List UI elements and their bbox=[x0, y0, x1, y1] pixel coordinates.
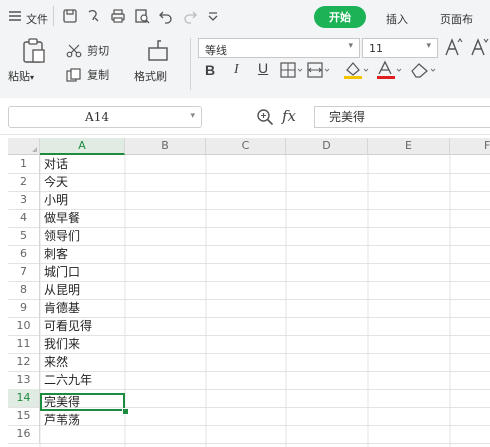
font-name-combo[interactable]: 等线 ▾ bbox=[198, 38, 360, 58]
format-painter-icon bbox=[146, 38, 170, 62]
print-icon[interactable] bbox=[110, 8, 126, 24]
cell-a7[interactable]: 城门口 bbox=[40, 263, 125, 281]
tab-page-layout[interactable]: 页面布 bbox=[440, 11, 473, 27]
cell-a2[interactable]: 今天 bbox=[40, 173, 125, 191]
redo-icon[interactable] bbox=[182, 8, 198, 24]
tab-file[interactable]: 文件 bbox=[26, 11, 48, 27]
cell-a14-selected[interactable]: 完美得 bbox=[40, 393, 125, 411]
cell-a10[interactable]: 可看见得 bbox=[40, 317, 125, 335]
cell-a15[interactable]: 芦苇荡 bbox=[40, 411, 125, 429]
clear-format-icon[interactable] bbox=[410, 62, 438, 78]
borders-icon[interactable] bbox=[280, 62, 306, 78]
cell-a16[interactable] bbox=[40, 429, 125, 447]
cell-reference-box[interactable]: A14 ▾ bbox=[8, 106, 202, 128]
column-header-c[interactable]: C bbox=[206, 138, 286, 155]
cell-a5[interactable]: 领导们 bbox=[40, 227, 125, 245]
fill-color-icon[interactable] bbox=[343, 60, 371, 80]
undo-icon[interactable] bbox=[158, 8, 174, 24]
cut-button[interactable]: 剪切 bbox=[66, 40, 109, 59]
font-size-combo[interactable]: 11 ▾ bbox=[362, 38, 438, 58]
chevron-down-icon: ▾ bbox=[348, 41, 353, 51]
group-separator bbox=[190, 38, 191, 90]
chevron-down-icon: ▾ bbox=[190, 111, 195, 121]
separator bbox=[53, 6, 54, 26]
zoom-formula-icon[interactable] bbox=[256, 108, 274, 126]
font-color-icon[interactable] bbox=[376, 60, 404, 80]
font-name-value: 等线 bbox=[205, 44, 227, 57]
increase-font-icon[interactable] bbox=[444, 36, 464, 58]
formula-content[interactable]: 完美得 bbox=[314, 106, 490, 128]
bold-icon[interactable]: B bbox=[205, 62, 215, 78]
paste-icon bbox=[22, 38, 46, 64]
merge-cells-icon[interactable] bbox=[307, 62, 333, 78]
row-number-selected[interactable]: 14 bbox=[8, 389, 40, 407]
cell-a13[interactable]: 二六九年 bbox=[40, 371, 125, 389]
column-header-d[interactable]: D bbox=[286, 138, 368, 155]
column-header-f[interactable]: F bbox=[450, 138, 490, 155]
tab-home[interactable]: 开始 bbox=[314, 6, 366, 28]
cell-a12[interactable]: 来然 bbox=[40, 353, 125, 371]
cut-label: 剪切 bbox=[87, 44, 110, 58]
decrease-font-icon[interactable] bbox=[470, 36, 490, 58]
cell-a3[interactable]: 小明 bbox=[40, 191, 125, 209]
row-number[interactable]: 11 bbox=[8, 335, 40, 353]
row-number[interactable]: 8 bbox=[8, 281, 40, 299]
row-number[interactable]: 7 bbox=[8, 263, 40, 281]
underline-icon[interactable]: U bbox=[258, 60, 268, 76]
cell-a6[interactable]: 刺客 bbox=[40, 245, 125, 263]
chevron-down-icon[interactable] bbox=[206, 9, 220, 23]
column-header-b[interactable]: B bbox=[125, 138, 206, 155]
paste-label: 粘贴 bbox=[8, 70, 30, 83]
row-number[interactable]: 13 bbox=[8, 371, 40, 389]
row-number[interactable]: 10 bbox=[8, 317, 40, 335]
copy-icon bbox=[66, 67, 82, 82]
format-painter-button[interactable]: 格式刷 bbox=[134, 38, 182, 86]
fx-icon[interactable]: fx bbox=[282, 107, 296, 125]
select-all-corner[interactable] bbox=[8, 138, 40, 155]
row-number[interactable]: 9 bbox=[8, 299, 40, 317]
column-header-e[interactable]: E bbox=[368, 138, 450, 155]
row-number[interactable]: 1 bbox=[8, 155, 40, 173]
row-number[interactable]: 2 bbox=[8, 173, 40, 191]
tab-insert[interactable]: 插入 bbox=[386, 11, 408, 27]
row-number[interactable]: 12 bbox=[8, 353, 40, 371]
cell-a9[interactable]: 肯德基 bbox=[40, 299, 125, 317]
row-number[interactable]: 3 bbox=[8, 191, 40, 209]
copy-button[interactable]: 复制 bbox=[66, 64, 109, 83]
cell-a11[interactable]: 我们来 bbox=[40, 335, 125, 353]
row-number[interactable]: 6 bbox=[8, 245, 40, 263]
italic-icon[interactable]: I bbox=[234, 62, 239, 78]
menu-icon[interactable] bbox=[8, 9, 22, 23]
paste-button[interactable]: 粘贴▾ bbox=[8, 38, 54, 86]
column-header-a[interactable]: A bbox=[40, 138, 125, 155]
row-number[interactable]: 15 bbox=[8, 407, 40, 425]
scissors-icon bbox=[66, 44, 82, 58]
cell-a8[interactable]: 从昆明 bbox=[40, 281, 125, 299]
output-icon[interactable] bbox=[86, 8, 102, 24]
row-number[interactable]: 5 bbox=[8, 227, 40, 245]
copy-label: 复制 bbox=[87, 68, 110, 82]
cell-a4[interactable]: 做早餐 bbox=[40, 209, 125, 227]
font-size-value: 11 bbox=[369, 42, 383, 55]
cell-a1[interactable]: 对话 bbox=[40, 155, 125, 173]
format-painter-label: 格式刷 bbox=[134, 70, 167, 83]
row-number[interactable]: 16 bbox=[8, 425, 40, 443]
cell-reference-value: A14 bbox=[85, 110, 109, 124]
save-icon[interactable] bbox=[62, 8, 78, 24]
print-preview-icon[interactable] bbox=[134, 8, 150, 24]
chevron-down-icon: ▾ bbox=[426, 41, 431, 51]
row-number[interactable]: 4 bbox=[8, 209, 40, 227]
